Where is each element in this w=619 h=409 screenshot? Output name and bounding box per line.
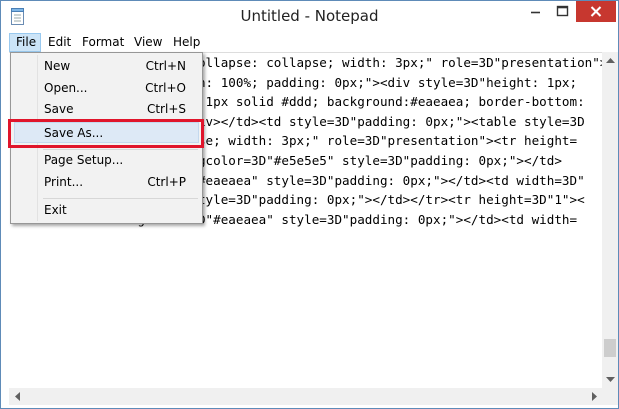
menu-view[interactable]: View [128, 33, 168, 52]
menu-item-label: Page Setup... [44, 153, 124, 167]
menu-edit[interactable]: Edit [42, 33, 77, 52]
size-grip[interactable] [602, 388, 618, 405]
menu-item-label: New [44, 59, 71, 73]
scroll-right-arrow-icon[interactable] [586, 388, 602, 405]
notepad-window: Untitled - Notepad File Edit Format View… [0, 0, 619, 409]
menu-separator [43, 198, 198, 199]
menu-item-print[interactable]: Print... Ctrl+P [14, 172, 199, 193]
scroll-up-arrow-icon[interactable] [602, 52, 618, 69]
menu-help[interactable]: Help [167, 33, 206, 52]
menu-item-shortcut: Ctrl+P [147, 175, 186, 189]
menu-item-label: Open... [44, 81, 88, 95]
menu-item-new[interactable]: New Ctrl+N [14, 56, 199, 77]
menu-item-label: Print... [44, 175, 84, 189]
menu-bar: File Edit Format View Help [1, 33, 618, 52]
menu-item-open[interactable]: Open... Ctrl+O [14, 78, 199, 99]
menu-item-label: Save [44, 102, 74, 116]
menu-item-save[interactable]: Save Ctrl+S [14, 99, 199, 120]
maximize-button[interactable] [549, 1, 576, 22]
menu-item-shortcut: Ctrl+O [145, 81, 186, 95]
menu-format[interactable]: Format [76, 33, 130, 52]
scroll-down-arrow-icon[interactable] [602, 371, 618, 388]
menu-file[interactable]: File [9, 33, 41, 52]
vertical-scrollbar[interactable] [602, 52, 618, 388]
minimize-button[interactable] [522, 1, 549, 22]
horizontal-scrollbar[interactable] [9, 388, 602, 405]
close-button[interactable] [576, 1, 616, 22]
menu-item-shortcut: Ctrl+N [145, 59, 186, 73]
menu-item-exit[interactable]: Exit [14, 200, 199, 221]
menu-item-label: Exit [44, 203, 67, 217]
title-bar[interactable]: Untitled - Notepad [1, 1, 618, 33]
scroll-left-arrow-icon[interactable] [9, 388, 25, 405]
save-as-highlight-box [8, 119, 204, 148]
close-icon [590, 6, 602, 17]
menu-item-shortcut: Ctrl+S [146, 102, 186, 116]
menu-item-page-setup[interactable]: Page Setup... [14, 150, 199, 171]
vertical-scroll-thumb[interactable] [604, 339, 616, 357]
